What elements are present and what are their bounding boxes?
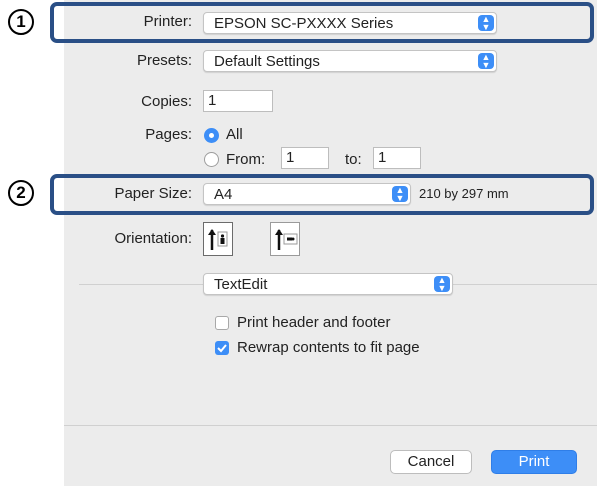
app-options-stepper-icon: ▲ ▼ <box>434 276 450 293</box>
cancel-button[interactable]: Cancel <box>390 450 472 474</box>
landscape-icon <box>275 229 298 250</box>
pages-to-label: to: <box>345 151 362 168</box>
pages-label: Pages: <box>145 126 192 143</box>
pages-all-radio[interactable] <box>204 128 219 143</box>
paper-size-highlight <box>50 174 594 215</box>
presets-label: Presets: <box>136 52 192 69</box>
pages-all-label: All <box>226 126 243 143</box>
print-button[interactable]: Print <box>491 450 577 474</box>
checkmark-icon <box>217 344 227 353</box>
presets-stepper-icon: ▲ ▼ <box>478 53 494 70</box>
header-footer-label: Print header and footer <box>237 314 391 331</box>
portrait-icon <box>208 229 228 250</box>
presets-popup[interactable]: Default Settings ▲ ▼ <box>203 50 497 72</box>
header-footer-checkbox[interactable] <box>215 316 229 330</box>
print-dialog: Printer: EPSON SC-PXXXX Series ▲ ▼ Preset… <box>64 0 597 486</box>
callout-marker-1: 1 <box>8 9 34 35</box>
presets-value: Default Settings <box>214 53 320 70</box>
copies-label: Copies: <box>141 93 192 110</box>
app-options-popup[interactable]: TextEdit ▲ ▼ <box>203 273 453 295</box>
pages-from-radio[interactable] <box>204 152 219 167</box>
pages-from-label: From: <box>226 151 266 168</box>
orientation-portrait-button[interactable] <box>203 222 233 256</box>
pages-from-field[interactable]: 1 <box>281 147 329 169</box>
rewrap-label: Rewrap contents to fit page <box>237 339 420 356</box>
orientation-landscape-button[interactable] <box>270 222 300 256</box>
copies-field[interactable]: 1 <box>203 90 273 112</box>
app-options-value: TextEdit <box>214 276 268 293</box>
callout-marker-2: 2 <box>8 180 34 206</box>
orientation-label: Orientation: <box>114 230 192 247</box>
pages-to-field[interactable]: 1 <box>373 147 421 169</box>
rewrap-checkbox[interactable] <box>215 341 229 355</box>
printer-highlight <box>50 2 594 43</box>
footer-separator <box>64 425 597 426</box>
